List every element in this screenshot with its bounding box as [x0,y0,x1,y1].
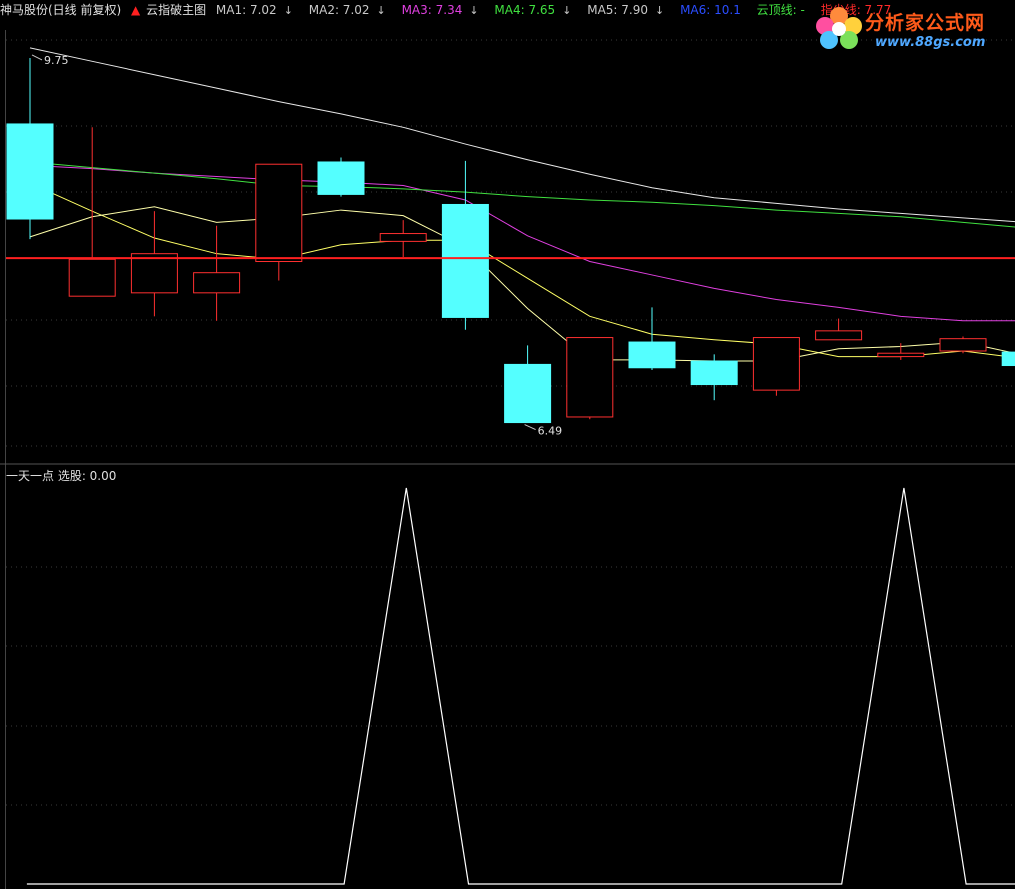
candle-body [441,203,489,318]
candle-body [628,341,676,369]
low-price-label: 6.49 [538,425,563,438]
logo-title: 分析家公式网 [865,12,986,34]
candle-body [317,161,365,195]
candle-body [6,123,54,220]
candle-body [815,330,863,341]
candle-body [690,360,738,386]
ma-line-3 [29,164,1015,322]
site-logo: 分析家公式网 www.88gs.com [809,2,1009,54]
candle-body [752,337,800,391]
candle-body [379,233,427,242]
candle-body [939,338,987,352]
ma-line-4 [29,161,1015,228]
low-pointer [524,424,536,431]
flower-logo-icon [816,7,862,49]
candle-body [130,253,178,294]
sub-indicator-bar: 一天一点 选股: 0.00 [6,469,117,483]
chart-window: 神马股份(日线 前复权) ▲ 云指破主图 MA1: 7.02 ↓ MA2: 7.0… [0,0,1015,889]
candle-body [68,258,116,297]
high-pointer [31,54,43,61]
high-price-label: 9.75 [44,54,69,67]
candle-body [877,352,925,358]
signal-line-1 [26,487,1015,885]
chart-svg: 9.75 6.49 [0,39,1015,885]
logo-url: www.88gs.com [875,35,986,50]
candle-body [504,363,552,424]
candle-body [566,337,614,418]
candle-body [255,163,303,263]
candle-body [1001,351,1015,367]
candle-body [193,272,241,294]
